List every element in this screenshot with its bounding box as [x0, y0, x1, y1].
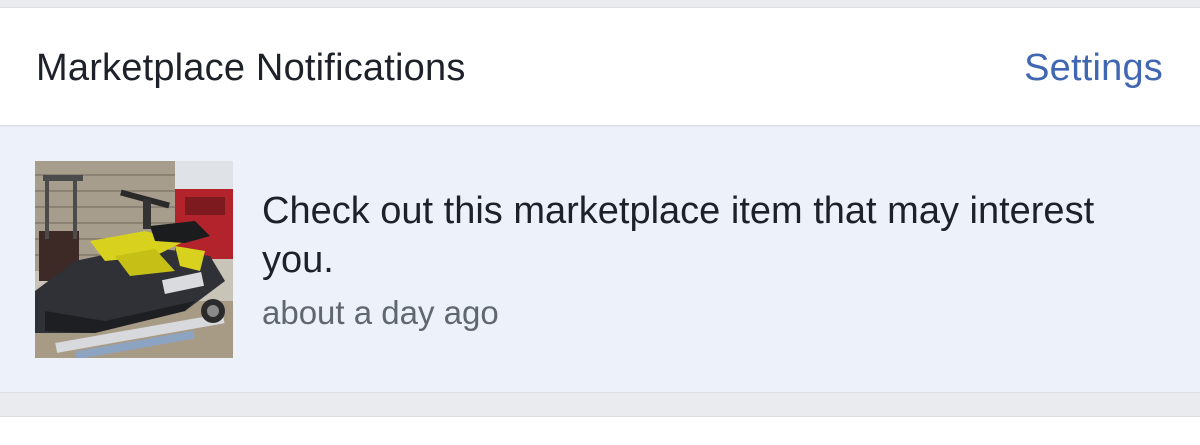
top-divider: [0, 0, 1200, 8]
jet-ski-image: [35, 161, 233, 358]
settings-link[interactable]: Settings: [1024, 46, 1163, 90]
page-title: Marketplace Notifications: [36, 47, 466, 89]
item-thumbnail[interactable]: [35, 161, 233, 358]
bottom-divider: [0, 393, 1200, 417]
notification-item[interactable]: Check out this marketplace item that may…: [0, 127, 1200, 393]
notification-timestamp: about a day ago: [262, 294, 499, 331]
notification-message: Check out this marketplace item that may…: [262, 190, 1095, 281]
notifications-header: Marketplace Notifications Settings: [0, 8, 1200, 126]
next-section: [0, 417, 1200, 445]
